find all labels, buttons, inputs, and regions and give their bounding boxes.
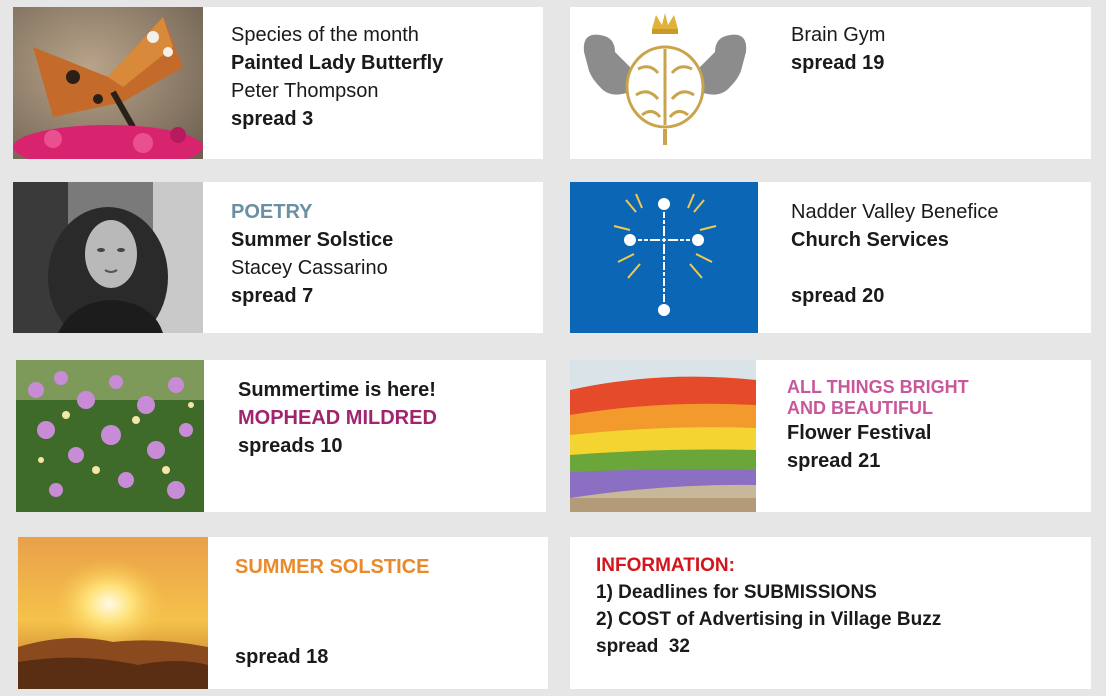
- card-title: SUMMER SOLSTICE: [235, 556, 430, 578]
- card-kicker: Summertime is here!: [238, 379, 436, 401]
- flower-festival-photo: [570, 360, 756, 512]
- card-kicker-line2: AND BEAUTIFUL: [787, 398, 933, 418]
- card-mophead-mildred[interactable]: Summertime is here! MOPHEAD MILDRED spre…: [16, 360, 546, 512]
- card-church-services[interactable]: Nadder Valley Benefice Church Services s…: [570, 182, 1091, 333]
- card-kicker-line1: ALL THINGS BRIGHT: [787, 377, 969, 397]
- flowers-photo: [16, 360, 204, 512]
- card-species-of-the-month[interactable]: Species of the month Painted Lady Butter…: [13, 7, 543, 159]
- card-spread: spread 7: [231, 285, 314, 307]
- card-spread: spreads 10: [238, 435, 343, 457]
- brain-gym-icon: [570, 7, 760, 159]
- butterfly-photo: [13, 7, 203, 159]
- card-kicker: POETRY: [231, 201, 313, 223]
- sunset-photo: [18, 537, 208, 689]
- card-author: Stacey Cassarino: [231, 257, 388, 279]
- card-poetry[interactable]: POETRY Summer Solstice Stacey Cassarino …: [13, 182, 543, 333]
- card-spread: spread 18: [235, 646, 329, 668]
- card-kicker: Species of the month: [231, 24, 419, 46]
- card-information[interactable]: INFORMATION: 1) Deadlines for SUBMISSION…: [570, 537, 1091, 689]
- card-spread: spread 3: [231, 108, 314, 130]
- card-brain-gym[interactable]: Brain Gym spread 19: [570, 7, 1091, 159]
- card-title: Summer Solstice: [231, 229, 394, 251]
- cross-icon: [570, 182, 758, 333]
- portrait-photo: [13, 182, 203, 333]
- card-author: Peter Thompson: [231, 80, 379, 102]
- card-kicker: Nadder Valley Benefice: [791, 201, 999, 223]
- card-title: MOPHEAD MILDRED: [238, 407, 437, 429]
- card-spread: spread 32: [596, 636, 690, 657]
- contents-page: { "cards": { "butterfly": { "kicker": "S…: [0, 0, 1106, 696]
- info-item-deadlines: 1) Deadlines for SUBMISSIONS: [596, 582, 877, 603]
- card-title: Flower Festival: [787, 422, 932, 444]
- card-title: INFORMATION:: [596, 555, 735, 576]
- card-spread: spread 20: [791, 285, 885, 307]
- card-title: Painted Lady Butterfly: [231, 52, 444, 74]
- card-spread: spread 21: [787, 450, 881, 472]
- info-item-advertising: 2) COST of Advertising in Village Buzz: [596, 609, 942, 630]
- card-title: Brain Gym: [791, 24, 886, 46]
- card-title: Church Services: [791, 229, 949, 251]
- card-summer-solstice[interactable]: SUMMER SOLSTICE spread 18: [18, 537, 548, 689]
- card-flower-festival[interactable]: ALL THINGS BRIGHT AND BEAUTIFUL Flower F…: [570, 360, 1091, 512]
- card-spread: spread 19: [791, 52, 885, 74]
